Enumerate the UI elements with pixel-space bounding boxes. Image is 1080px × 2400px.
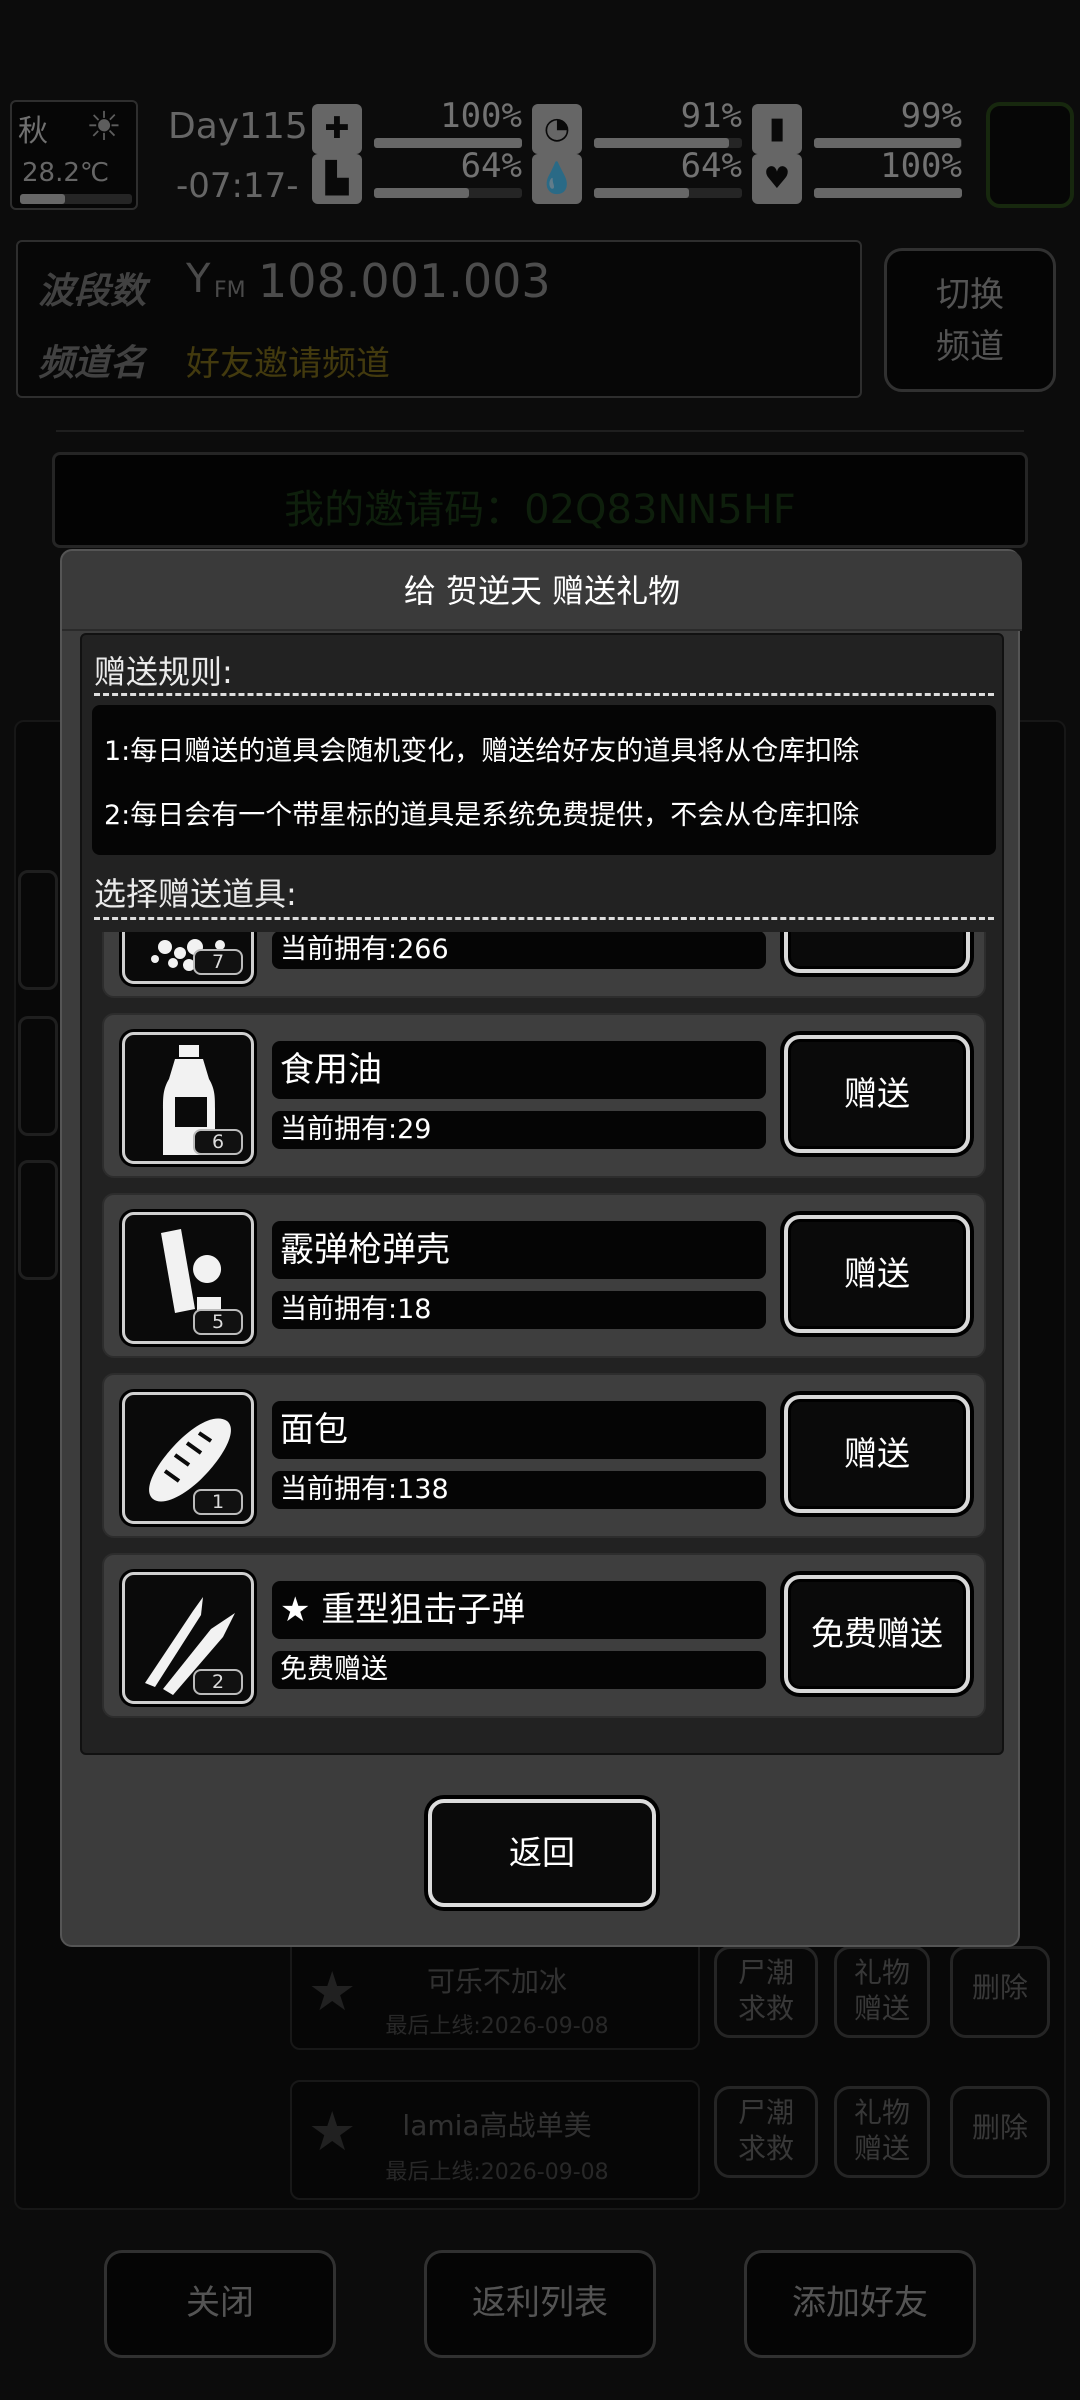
gift-item-list[interactable]: 7 盐粒 当前拥有:266 赠送 6 食用油 当前拥有:29 赠送 — [92, 932, 996, 1753]
item-name: ★ 重型狙击子弹 — [272, 1581, 766, 1639]
sniper-bullet-icon: 2 — [122, 1572, 254, 1704]
item-quantity: 7 — [193, 949, 243, 975]
item-owned: 当前拥有:18 — [272, 1291, 766, 1329]
item-owned: 免费赠送 — [272, 1651, 766, 1689]
item-quantity: 1 — [193, 1489, 243, 1515]
item-quantity: 2 — [193, 1669, 243, 1695]
gift-item-shotgun-shell: 5 霰弹枪弹壳 当前拥有:18 赠送 — [102, 1193, 986, 1358]
rules-box: 1:每日赠送的道具会随机变化，赠送给好友的道具将从仓库扣除 2:每日会有一个带星… — [92, 705, 996, 855]
gift-button[interactable]: 赠送 — [784, 1035, 970, 1153]
dialog-title: 给 贺逆天 赠送礼物 — [62, 551, 1022, 631]
dialog-content: 赠送规则: 1:每日赠送的道具会随机变化，赠送给好友的道具将从仓库扣除 2:每日… — [80, 633, 1004, 1755]
item-name: 霰弹枪弹壳 — [272, 1221, 766, 1279]
gift-item-salt: 7 盐粒 当前拥有:266 赠送 — [102, 932, 986, 998]
gift-button[interactable]: 赠送 — [784, 1215, 970, 1333]
gift-item-sniper-bullet: 2 ★ 重型狙击子弹 免费赠送 免费赠送 — [102, 1553, 986, 1718]
item-owned: 当前拥有:266 — [272, 932, 766, 969]
rules-label: 赠送规则: — [94, 653, 233, 691]
back-button[interactable]: 返回 — [428, 1799, 656, 1907]
select-items-label: 选择赠送道具: — [94, 875, 297, 913]
item-quantity: 5 — [193, 1309, 243, 1335]
bread-icon: 1 — [122, 1392, 254, 1524]
item-owned: 当前拥有:138 — [272, 1471, 766, 1509]
rule-2: 2:每日会有一个带星标的道具是系统免费提供，不会从仓库扣除 — [104, 800, 860, 831]
gift-item-oil: 6 食用油 当前拥有:29 赠送 — [102, 1013, 986, 1178]
gift-dialog: 给 贺逆天 赠送礼物 赠送规则: 1:每日赠送的道具会随机变化，赠送给好友的道具… — [60, 549, 1022, 1947]
select-divider — [94, 917, 994, 920]
rules-divider — [94, 693, 994, 696]
item-name: 食用油 — [272, 1041, 766, 1099]
gift-button[interactable]: 赠送 — [784, 932, 970, 973]
oil-bottle-icon: 6 — [122, 1032, 254, 1164]
item-owned: 当前拥有:29 — [272, 1111, 766, 1149]
gift-button[interactable]: 赠送 — [784, 1395, 970, 1513]
item-quantity: 6 — [193, 1129, 243, 1155]
gift-item-bread: 1 面包 当前拥有:138 赠送 — [102, 1373, 986, 1538]
item-name: 面包 — [272, 1401, 766, 1459]
free-gift-button[interactable]: 免费赠送 — [784, 1575, 970, 1693]
shotgun-shell-icon: 5 — [122, 1212, 254, 1344]
salt-icon: 7 — [122, 932, 254, 984]
rule-1: 1:每日赠送的道具会随机变化，赠送给好友的道具将从仓库扣除 — [104, 736, 860, 767]
